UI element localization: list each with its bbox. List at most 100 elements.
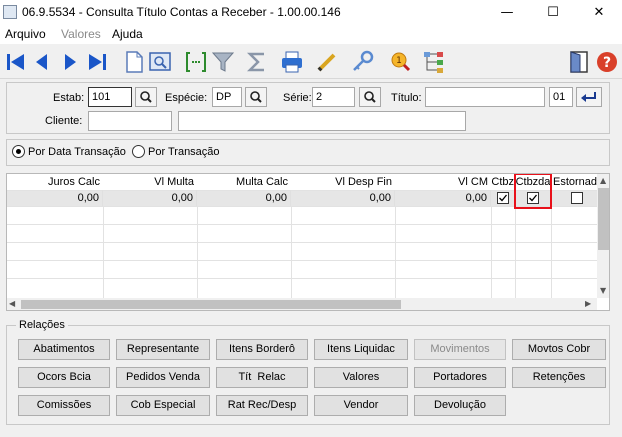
vertical-scroll-thumb[interactable] (598, 188, 609, 250)
maximize-button[interactable]: ☐ (530, 0, 576, 26)
tit-relac-button[interactable]: Tít Relac (216, 367, 308, 388)
estab-label: Estab: (53, 92, 85, 104)
menu-arquivo[interactable]: Arquivo (5, 27, 46, 41)
preview-icon[interactable] (147, 49, 173, 75)
cob-especial-button[interactable]: Cob Especial (116, 395, 210, 416)
representante-button[interactable]: Representante (116, 339, 210, 360)
movtos-cobr-button[interactable]: Movtos Cobr (512, 339, 606, 360)
estab-zoom-button[interactable] (135, 87, 157, 107)
grid-line (7, 242, 597, 243)
close-button[interactable]: ✕ (576, 0, 622, 26)
grid-line (7, 224, 597, 225)
titulo-label: Título: (391, 92, 422, 104)
cliente-code-input[interactable] (88, 111, 172, 131)
minimize-button[interactable]: — (484, 0, 530, 26)
scroll-down-icon[interactable]: ▼ (600, 286, 606, 295)
horizontal-scroll-thumb[interactable] (21, 300, 401, 309)
especie-zoom-button[interactable] (245, 87, 267, 107)
scroll-right-icon[interactable]: ▶ (585, 299, 591, 308)
serie-label: Série: (283, 92, 312, 104)
key-icon[interactable] (350, 49, 376, 75)
by-date-radio[interactable] (12, 145, 25, 158)
vl-desp-fin-cell: 0,00 (291, 190, 395, 206)
by-date-label[interactable]: Por Data Transação (28, 146, 126, 158)
svg-text:?: ? (603, 55, 611, 71)
filter-icon[interactable] (210, 49, 236, 75)
last-record-icon[interactable] (84, 49, 110, 75)
relations-title: Relações (16, 319, 68, 331)
window-title: 06.9.5534 - Consulta Título Contas a Rec… (22, 5, 341, 19)
edit-icon[interactable] (314, 49, 340, 75)
col-multa-calc[interactable]: Multa Calc (197, 174, 291, 190)
menu-bar: Arquivo Valores Ajuda (0, 26, 622, 44)
next-record-icon[interactable] (57, 49, 83, 75)
app-icon (3, 5, 17, 19)
movimentos-button[interactable]: Movimentos (414, 339, 506, 360)
menu-valores[interactable]: Valores (61, 27, 101, 41)
parcela-input[interactable] (549, 87, 573, 107)
multa-calc-cell: 0,00 (197, 190, 291, 206)
results-grid[interactable]: Juros Calc Vl Multa Multa Calc Vl Desp F… (6, 173, 610, 311)
itens-liquidac-button[interactable]: Itens Liquidac (314, 339, 408, 360)
magnifier-icon (250, 91, 262, 103)
col-vl-cm[interactable]: Vl CM (395, 174, 491, 190)
by-transaction-label[interactable]: Por Transação (148, 146, 220, 158)
devolucao-button[interactable]: Devolução (414, 395, 506, 416)
cliente-label: Cliente: (45, 115, 83, 127)
comissoes-button[interactable]: Comissões (18, 395, 110, 416)
vertical-scrollbar[interactable]: ▲ ▼ (597, 174, 609, 298)
serie-input[interactable] (312, 87, 355, 107)
especie-input[interactable] (212, 87, 242, 107)
goto-icon[interactable] (183, 49, 209, 75)
checkmark-icon (499, 194, 508, 202)
exit-door-icon[interactable] (566, 49, 592, 75)
vl-cm-cell: 0,00 (395, 190, 491, 206)
abatimentos-button[interactable]: Abatimentos (18, 339, 110, 360)
tree-structure-icon[interactable] (421, 49, 447, 75)
document-icon[interactable] (121, 49, 147, 75)
title-bar: 06.9.5534 - Consulta Título Contas a Rec… (0, 0, 622, 26)
grid-line (7, 206, 597, 207)
enter-arrow-icon (581, 92, 596, 102)
svg-text:1: 1 (396, 56, 402, 66)
grid-line (7, 260, 597, 261)
estornado-checkbox[interactable] (571, 192, 583, 204)
highlight-box (514, 174, 552, 209)
ocors-bcia-button[interactable]: Ocors Bcia (18, 367, 110, 388)
toolbar: 1 ? (0, 44, 622, 79)
scroll-left-icon[interactable]: ◀ (9, 299, 15, 308)
magnifier-icon (140, 91, 152, 103)
itens-bordero-button[interactable]: Itens Borderô (216, 339, 308, 360)
col-vl-desp-fin[interactable]: Vl Desp Fin (291, 174, 395, 190)
col-ctbz[interactable]: Ctbz (491, 174, 515, 190)
print-icon[interactable] (279, 49, 305, 75)
retencoes-button[interactable]: Retenções (512, 367, 606, 388)
sum-icon[interactable] (244, 49, 270, 75)
vendor-button[interactable]: Vendor (314, 395, 408, 416)
menu-ajuda[interactable]: Ajuda (112, 27, 143, 41)
col-estornado[interactable]: Estornad (551, 174, 597, 190)
rat-rec-desp-button[interactable]: Rat Rec/Desp (216, 395, 308, 416)
magnifier-icon (364, 91, 376, 103)
portadores-button[interactable]: Portadores (414, 367, 506, 388)
scroll-up-icon[interactable]: ▲ (600, 176, 606, 185)
previous-record-icon[interactable] (29, 49, 55, 75)
help-icon[interactable]: ? (594, 49, 620, 75)
horizontal-scrollbar[interactable]: ◀ ▶ (7, 298, 597, 310)
titulo-input[interactable] (425, 87, 545, 107)
confirm-button[interactable] (576, 87, 602, 107)
ctbz-checkbox[interactable] (497, 192, 509, 204)
serie-zoom-button[interactable] (359, 87, 381, 107)
especie-label: Espécie: (165, 92, 208, 104)
first-record-icon[interactable] (3, 49, 29, 75)
pedidos-venda-button[interactable]: Pedidos Venda (116, 367, 210, 388)
col-juros-calc[interactable]: Juros Calc (7, 174, 103, 190)
by-transaction-radio[interactable] (132, 145, 145, 158)
juros-calc-cell: 0,00 (7, 190, 103, 206)
zoom-record-icon[interactable]: 1 (387, 49, 413, 75)
cliente-name-input[interactable] (178, 111, 466, 131)
valores-button[interactable]: Valores (314, 367, 408, 388)
grid-line (7, 278, 597, 279)
estab-input[interactable] (88, 87, 132, 107)
col-vl-multa[interactable]: Vl Multa (103, 174, 197, 190)
